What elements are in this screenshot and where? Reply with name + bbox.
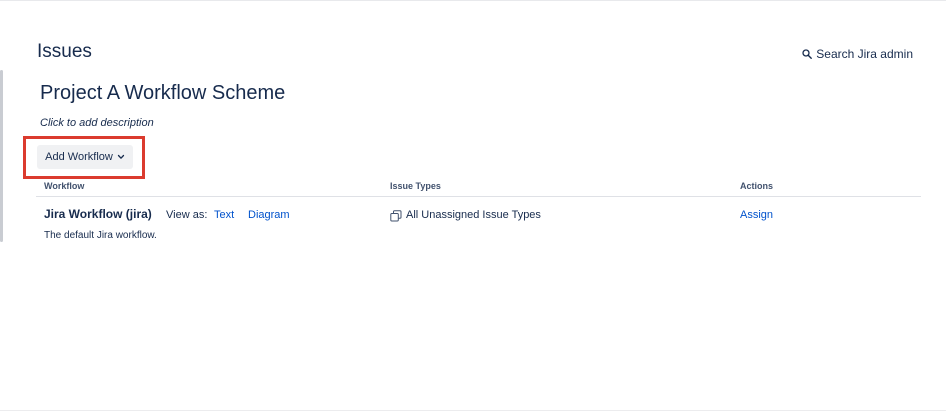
section-title: Issues	[37, 41, 92, 62]
column-header-actions: Actions	[740, 181, 774, 191]
column-header-issue-types: Issue Types	[390, 181, 441, 191]
workflow-name: Jira Workflow (jira)	[44, 207, 152, 221]
search-jira-admin-link[interactable]: Search Jira admin	[802, 47, 913, 61]
left-scrollbar[interactable]	[0, 70, 3, 242]
search-icon	[802, 49, 813, 59]
search-jira-admin-label: Search Jira admin	[816, 47, 913, 61]
issue-types-value: All Unassigned Issue Types	[406, 209, 541, 221]
top-border	[0, 0, 946, 1]
view-as-diagram-link[interactable]: Diagram	[248, 209, 290, 221]
highlight-box	[23, 136, 145, 179]
issue-types-icon	[390, 210, 402, 222]
view-as-text-link[interactable]: Text	[214, 209, 234, 221]
workflow-description: The default Jira workflow.	[44, 230, 157, 241]
column-header-workflow: Workflow	[44, 181, 85, 191]
assign-link[interactable]: Assign	[740, 209, 773, 221]
bottom-border	[0, 410, 946, 411]
scheme-title: Project A Workflow Scheme	[40, 82, 286, 104]
view-as-label: View as:	[166, 209, 208, 221]
table-header-divider	[36, 196, 921, 197]
add-description-field[interactable]: Click to add description	[40, 117, 154, 129]
